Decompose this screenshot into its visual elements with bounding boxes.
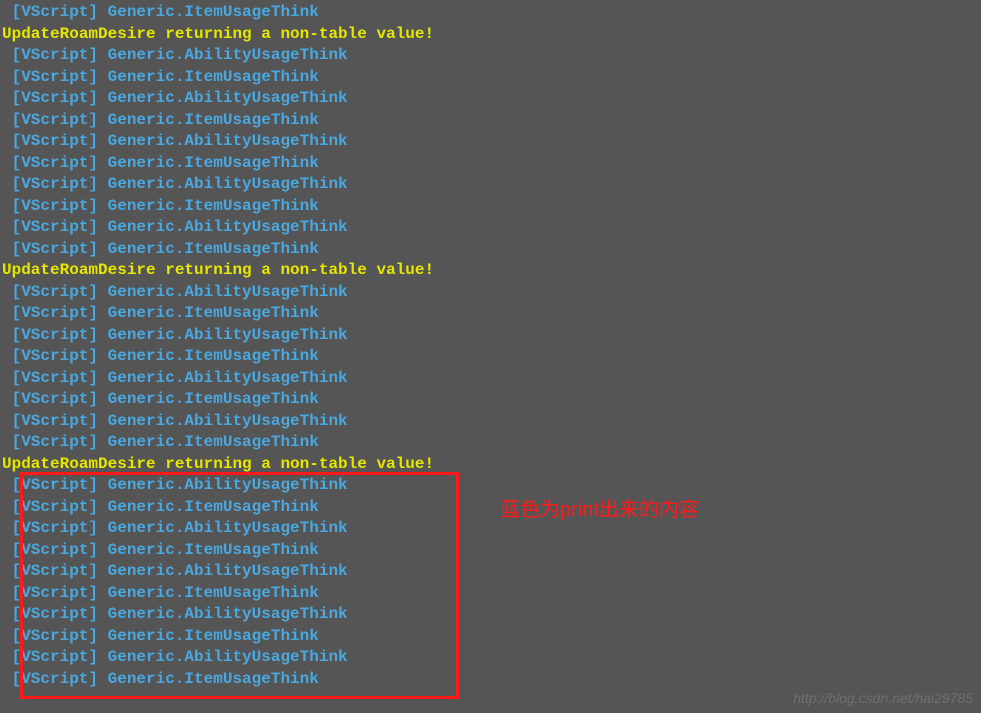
console-line: [VScript] Generic.ItemUsageThink — [2, 497, 981, 519]
console-line: [VScript] Generic.AbilityUsageThink — [2, 45, 981, 67]
console-line: [VScript] Generic.AbilityUsageThink — [2, 131, 981, 153]
console-line: [VScript] Generic.AbilityUsageThink — [2, 368, 981, 390]
console-line: [VScript] Generic.AbilityUsageThink — [2, 411, 981, 433]
console-line: [VScript] Generic.ItemUsageThink — [2, 626, 981, 648]
console-line: UpdateRoamDesire returning a non-table v… — [2, 24, 981, 46]
console-line: [VScript] Generic.AbilityUsageThink — [2, 475, 981, 497]
console-line: [VScript] Generic.AbilityUsageThink — [2, 561, 981, 583]
console-output: [VScript] Generic.ItemUsageThinkUpdateRo… — [0, 0, 981, 690]
console-line: [VScript] Generic.AbilityUsageThink — [2, 518, 981, 540]
console-line: [VScript] Generic.ItemUsageThink — [2, 583, 981, 605]
console-line: [VScript] Generic.ItemUsageThink — [2, 239, 981, 261]
console-line: [VScript] Generic.AbilityUsageThink — [2, 88, 981, 110]
console-line: [VScript] Generic.AbilityUsageThink — [2, 174, 981, 196]
console-line: [VScript] Generic.AbilityUsageThink — [2, 604, 981, 626]
console-line: [VScript] Generic.ItemUsageThink — [2, 196, 981, 218]
console-line: UpdateRoamDesire returning a non-table v… — [2, 260, 981, 282]
console-line: [VScript] Generic.AbilityUsageThink — [2, 325, 981, 347]
console-line: [VScript] Generic.AbilityUsageThink — [2, 217, 981, 239]
console-line: [VScript] Generic.AbilityUsageThink — [2, 647, 981, 669]
console-line: [VScript] Generic.ItemUsageThink — [2, 540, 981, 562]
watermark: http://blog.csdn.net/hai29785 — [793, 688, 973, 710]
console-line: [VScript] Generic.ItemUsageThink — [2, 389, 981, 411]
console-line: [VScript] Generic.ItemUsageThink — [2, 2, 981, 24]
console-line: [VScript] Generic.ItemUsageThink — [2, 110, 981, 132]
console-line: [VScript] Generic.ItemUsageThink — [2, 303, 981, 325]
console-line: [VScript] Generic.ItemUsageThink — [2, 346, 981, 368]
console-line: UpdateRoamDesire returning a non-table v… — [2, 454, 981, 476]
annotation-text: 蓝色为print出来的内容 — [500, 500, 699, 522]
console-line: [VScript] Generic.AbilityUsageThink — [2, 282, 981, 304]
console-line: [VScript] Generic.ItemUsageThink — [2, 153, 981, 175]
console-line: [VScript] Generic.ItemUsageThink — [2, 432, 981, 454]
console-line: [VScript] Generic.ItemUsageThink — [2, 67, 981, 89]
